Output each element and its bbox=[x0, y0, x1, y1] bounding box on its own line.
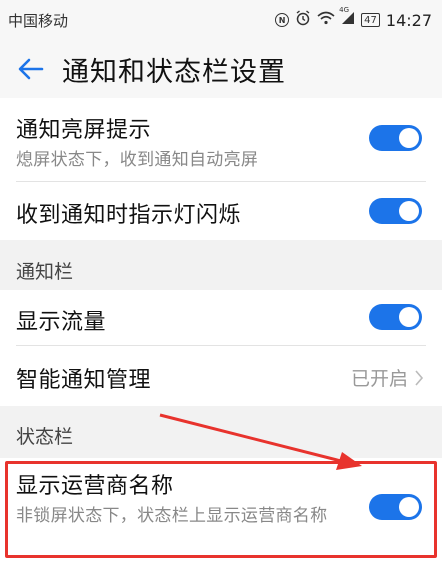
nfc-icon: N bbox=[275, 13, 290, 27]
setting-value: 已开启 bbox=[351, 364, 424, 391]
toggle-knob bbox=[399, 307, 419, 327]
setting-carrier-name[interactable]: 显示运营商名称 非锁屏状态下，状态栏上显示运营商名称 bbox=[0, 458, 442, 565]
section-title: 通知栏 bbox=[16, 261, 74, 283]
setting-indicator-light[interactable]: 收到通知时指示灯闪烁 bbox=[0, 182, 442, 240]
toggle-switch[interactable] bbox=[369, 125, 422, 151]
toggle-knob bbox=[399, 497, 419, 517]
toggle-knob bbox=[399, 201, 419, 221]
toggle-switch[interactable] bbox=[369, 198, 422, 224]
setting-smart-notify[interactable]: 智能通知管理 已开启 bbox=[0, 346, 442, 406]
section-title: 状态栏 bbox=[16, 426, 74, 448]
clock: 14:27 bbox=[385, 10, 432, 30]
toggle-knob bbox=[399, 128, 419, 148]
setting-subtitle: 非锁屏状态下，状态栏上显示运营商名称 bbox=[16, 506, 328, 526]
setting-title: 显示运营商名称 bbox=[16, 474, 174, 499]
arrow-left-icon bbox=[18, 58, 44, 80]
wifi-icon bbox=[317, 11, 335, 29]
chevron-right-icon bbox=[415, 369, 424, 386]
status-bar: 中国移动 N 4G 47 14:27 bbox=[0, 0, 442, 40]
section-header-status-bar: 状态栏 bbox=[0, 406, 442, 458]
setting-title: 智能通知管理 bbox=[16, 368, 152, 393]
setting-screen-on-notify[interactable]: 通知亮屏提示 熄屏状态下，收到通知自动亮屏 bbox=[0, 98, 442, 182]
battery-level: 47 bbox=[364, 14, 377, 26]
section-header-notification-bar: 通知栏 bbox=[0, 240, 442, 290]
carrier-label: 中国移动 bbox=[8, 11, 69, 30]
setting-title: 显示流量 bbox=[16, 310, 107, 335]
setting-subtitle: 熄屏状态下，收到通知自动亮屏 bbox=[16, 150, 259, 170]
toggle-switch[interactable] bbox=[369, 494, 422, 520]
page-title: 通知和状态栏设置 bbox=[62, 56, 286, 88]
status-icons: N 4G 47 14:27 bbox=[275, 6, 432, 30]
title-bar: 通知和状态栏设置 bbox=[0, 40, 442, 98]
alarm-icon bbox=[295, 10, 311, 30]
signal-icon: 4G bbox=[339, 6, 355, 29]
network-type-label: 4G bbox=[339, 6, 350, 14]
back-button[interactable] bbox=[0, 40, 62, 98]
setting-title: 收到通知时指示灯闪烁 bbox=[16, 203, 242, 228]
battery-icon: 47 bbox=[361, 13, 380, 27]
setting-value-label: 已开启 bbox=[350, 368, 408, 390]
setting-show-traffic[interactable]: 显示流量 bbox=[0, 290, 442, 346]
setting-title: 通知亮屏提示 bbox=[16, 118, 152, 143]
toggle-switch[interactable] bbox=[369, 304, 422, 330]
